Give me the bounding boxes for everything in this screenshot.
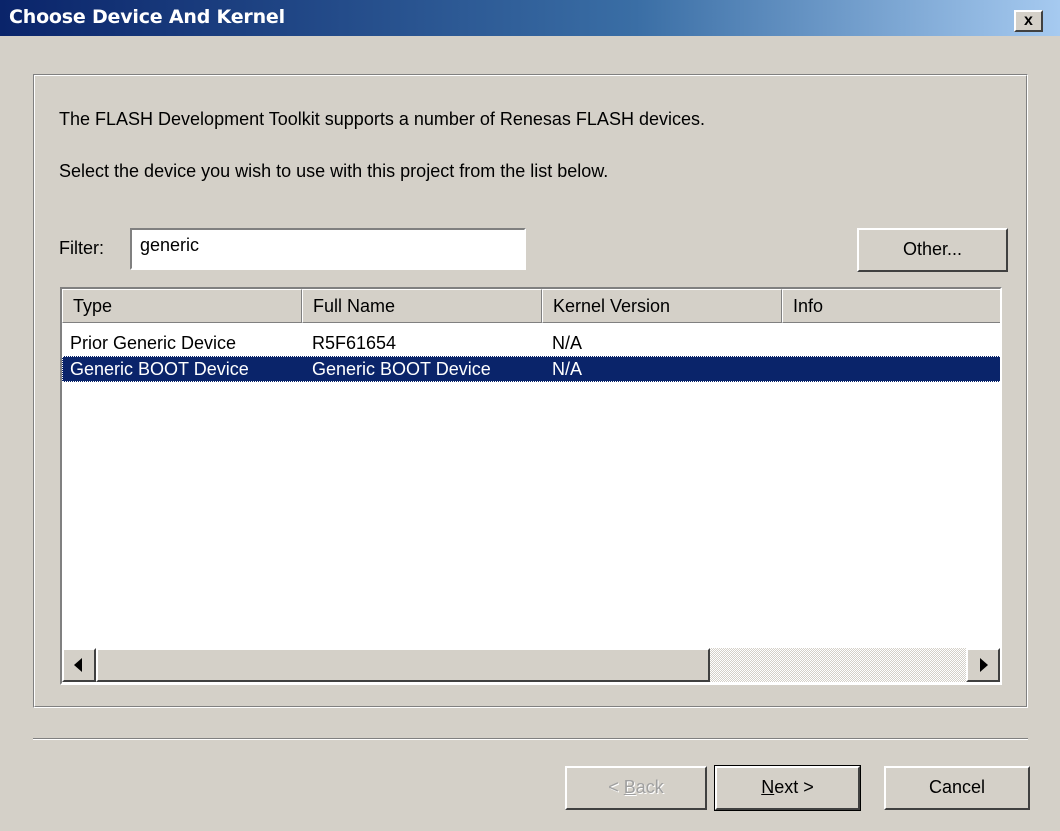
cancel-button[interactable]: Cancel bbox=[884, 766, 1030, 810]
close-icon: x bbox=[1024, 12, 1033, 29]
cell-type: Generic BOOT Device bbox=[70, 359, 249, 379]
separator-highlight bbox=[33, 739, 1028, 740]
device-list[interactable]: Type Full Name Kernel Version Info Prior… bbox=[60, 287, 1002, 685]
table-row[interactable]: Prior Generic Device R5F61654 N/A bbox=[62, 330, 1000, 356]
column-header-info-label: Info bbox=[793, 296, 824, 316]
cell-full-name: R5F61654 bbox=[312, 333, 397, 353]
arrow-right-icon bbox=[980, 658, 988, 672]
other-button[interactable]: Other... bbox=[857, 228, 1008, 272]
cell-type: Prior Generic Device bbox=[70, 333, 237, 353]
list-header: Type Full Name Kernel Version Info bbox=[62, 289, 1000, 323]
table-row-selected[interactable]: Generic BOOT Device Generic BOOT Device … bbox=[62, 356, 1000, 382]
next-button-mnemonic: N bbox=[761, 777, 775, 797]
cell-full-name: Generic BOOT Device bbox=[312, 359, 491, 379]
scrollbar-thumb[interactable] bbox=[96, 648, 710, 682]
column-header-type[interactable]: Type bbox=[62, 289, 302, 323]
filter-label: Filter: bbox=[59, 238, 104, 258]
arrow-left-icon bbox=[74, 658, 82, 672]
next-button[interactable]: Next > bbox=[714, 765, 861, 811]
filter-input[interactable]: generic bbox=[130, 228, 526, 270]
close-button[interactable]: x bbox=[1014, 10, 1043, 32]
back-button-label: ack bbox=[635, 777, 664, 797]
horizontal-scrollbar[interactable] bbox=[62, 648, 1000, 682]
other-button-label: Other... bbox=[902, 239, 963, 259]
scroll-right-button[interactable] bbox=[966, 648, 1000, 682]
window-title: Choose Device And Kernel bbox=[9, 6, 285, 28]
cell-kernel-version: N/A bbox=[552, 359, 583, 379]
title-bar: Choose Device And Kernel x bbox=[0, 0, 1060, 36]
cell-kernel-version: N/A bbox=[552, 333, 583, 353]
column-header-kernel-version-label: Kernel Version bbox=[553, 296, 671, 316]
intro-line-2: Select the device you wish to use with t… bbox=[59, 161, 609, 181]
column-header-info[interactable]: Info bbox=[782, 289, 1000, 323]
column-header-full-name[interactable]: Full Name bbox=[302, 289, 542, 323]
cancel-button-label: Cancel bbox=[928, 777, 986, 797]
back-button-mnemonic: B bbox=[623, 777, 636, 797]
intro-line-1: The FLASH Development Toolkit supports a… bbox=[59, 109, 705, 129]
next-button-label: ext > bbox=[774, 777, 814, 797]
column-header-kernel-version[interactable]: Kernel Version bbox=[542, 289, 782, 323]
scroll-left-button[interactable] bbox=[62, 648, 96, 682]
column-header-type-label: Type bbox=[73, 296, 113, 316]
back-button[interactable]: < Back bbox=[565, 766, 707, 810]
column-header-full-name-label: Full Name bbox=[313, 296, 396, 316]
back-button-prefix: < bbox=[608, 777, 624, 797]
filter-input-value: generic bbox=[140, 235, 200, 255]
